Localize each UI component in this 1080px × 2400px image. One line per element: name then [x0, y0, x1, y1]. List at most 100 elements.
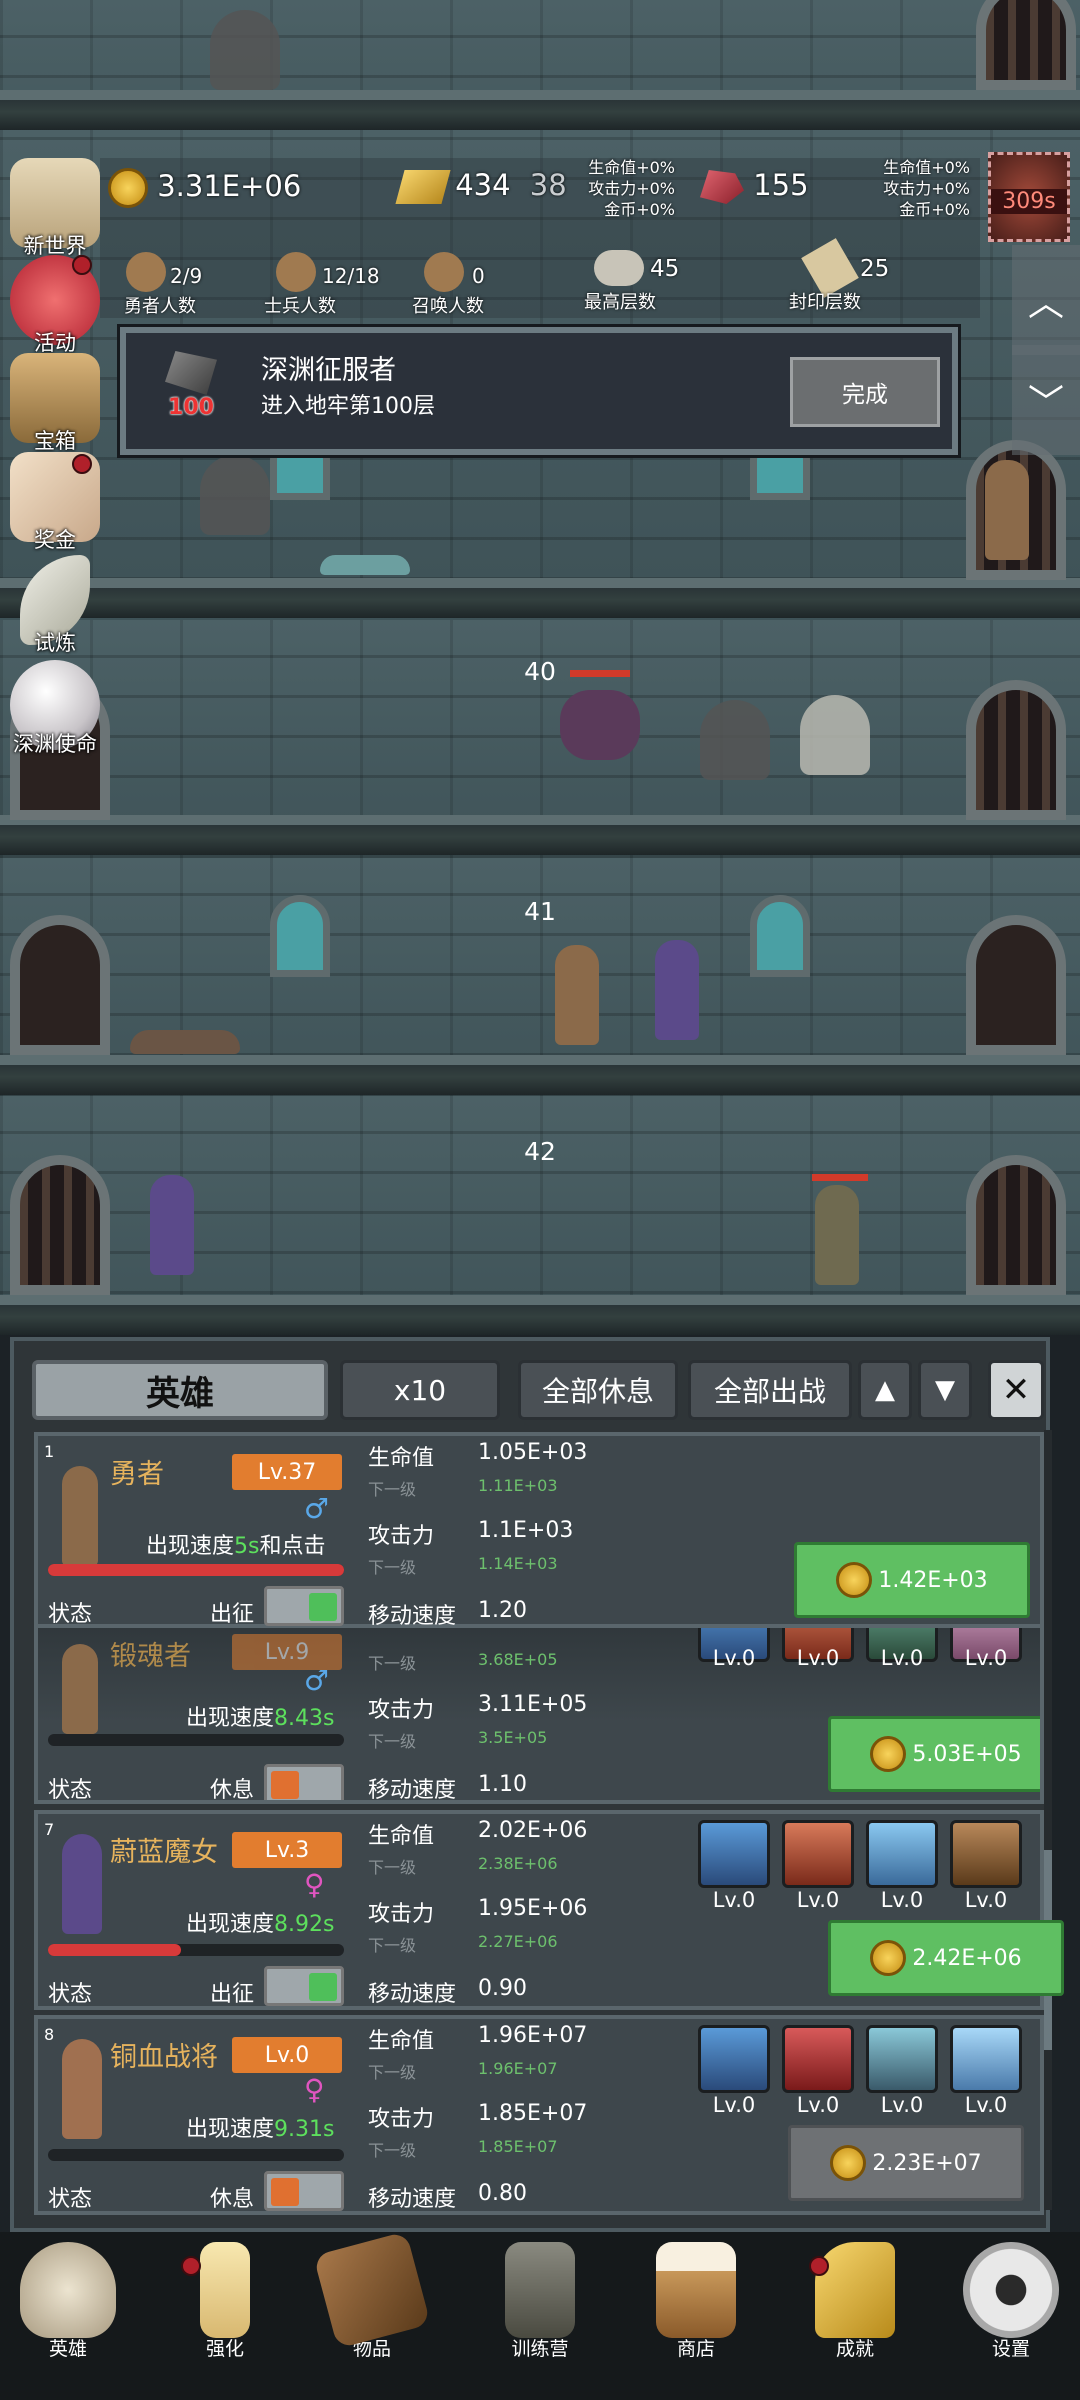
deploy-toggle[interactable]	[264, 1764, 344, 1800]
hero-card-copper-warlord[interactable]: 8 铜血战将 Lv.0 ♀ 出现速度9.31s 状态 休息 生命值 1.96E+…	[34, 2015, 1044, 2215]
nav-heroes[interactable]: 英雄	[8, 2242, 128, 2361]
hero-card-brave[interactable]: 1 勇者 Lv.37 ♂ 出现速度5s和点击 状态 出征 生命值 1.05E+0…	[34, 1432, 1044, 1629]
close-button[interactable]: ✕	[988, 1360, 1044, 1420]
deploy-all-button[interactable]: 全部出战	[688, 1360, 852, 1420]
status-label: 状态	[48, 1602, 93, 1627]
hero-hp-bar	[48, 1564, 344, 1576]
speed-value: 5s	[234, 1534, 260, 1559]
heart-heal-skill-icon[interactable]	[950, 2025, 1022, 2093]
hero-level-badge: Lv.0	[232, 2037, 342, 2073]
achievement-complete-button[interactable]: 完成	[790, 357, 940, 427]
side-menu-abyss-mission[interactable]: 深渊使命	[0, 660, 110, 758]
speed-value: 8.43s	[274, 1706, 335, 1731]
deploy-toggle[interactable]	[264, 1586, 344, 1626]
gem-value: 155	[753, 168, 809, 202]
deploy-status: 休息	[210, 1778, 255, 1803]
nav-settings[interactable]: 设置	[951, 2242, 1071, 2361]
atk-value: 1.95E+06	[478, 1896, 588, 1921]
rest-all-button[interactable]: 全部休息	[518, 1360, 678, 1420]
upgrade-button[interactable]: 2.23E+07	[788, 2125, 1024, 2201]
speed-value: 9.31s	[274, 2117, 335, 2142]
status-label: 状态	[48, 1982, 93, 2007]
gold-coin-icon	[870, 1940, 907, 1976]
bonus-atk: 攻击力+0%	[883, 179, 970, 198]
bat-monster[interactable]	[560, 690, 640, 760]
dungeon-door	[966, 915, 1066, 1055]
move-speed-label: 移动速度	[368, 2187, 457, 2212]
nav-achievements[interactable]: 成就	[795, 2242, 915, 2361]
hero-sprite[interactable]	[985, 460, 1029, 560]
move-speed-label: 移动速度	[368, 1604, 457, 1629]
boss-timer[interactable]: 309s	[988, 152, 1070, 242]
side-menu-trial[interactable]: 试炼	[0, 555, 110, 657]
sealed-floor-value: 25	[860, 256, 890, 282]
deploy-toggle[interactable]	[264, 2171, 344, 2211]
upgrade-button[interactable]: 2.42E+06	[828, 1920, 1064, 1996]
scroll-up-button[interactable]: ︿	[1012, 245, 1080, 355]
move-speed-label: 移动速度	[368, 1982, 457, 2007]
achievement-title: 深渊征服者	[261, 355, 396, 386]
multiplier-button[interactable]: x10	[340, 1360, 500, 1420]
deploy-toggle[interactable]	[264, 1966, 344, 2006]
blood-shield-skill-icon[interactable]	[698, 2025, 770, 2093]
dagger-skill-icon[interactable]	[782, 1820, 854, 1888]
side-menu-bonus[interactable]: 奖金	[0, 452, 110, 554]
hero-spawn-speed: 出现速度8.92s	[186, 1906, 334, 1938]
candle-icon	[200, 2242, 250, 2338]
close-icon: ✕	[1001, 1370, 1031, 1410]
hero-card-soulsmith[interactable]: 锻魂者 Lv.9 ♂ 出现速度8.43s 状态 休息 下一级 3.68E+05 …	[34, 1600, 1044, 1804]
tab-heroes[interactable]: 英雄	[32, 1360, 328, 1420]
atk-next-value: 1.85E+07	[478, 2137, 558, 2156]
side-menu-new-world[interactable]: 新世界	[0, 158, 110, 260]
speed-label: 出现速度	[146, 1534, 235, 1559]
gold-coin-icon	[836, 1562, 873, 1598]
hero-card-azure-witch[interactable]: 7 蔚蓝魔女 Lv.3 ♀ 出现速度8.92s 状态 出征 生命值 2.02E+…	[34, 1810, 1064, 2010]
dungeon-door	[10, 915, 110, 1055]
skill-level: Lv.0	[880, 2093, 924, 2117]
nav-items[interactable]: 物品	[312, 2231, 432, 2361]
sort-up-button[interactable]: ▲	[858, 1360, 912, 1420]
hero-level-badge: Lv.3	[232, 1832, 342, 1868]
scroll-down-button[interactable]: ﹀	[1012, 345, 1080, 455]
upgrade-button[interactable]: 5.03E+05	[828, 1716, 1040, 1792]
door-skill-icon[interactable]	[950, 1820, 1022, 1888]
witch-sprite[interactable]	[150, 1175, 194, 1275]
nav-training-camp[interactable]: 训练营	[480, 2242, 600, 2361]
lantern-icon	[505, 2242, 575, 2338]
nav-shop[interactable]: 商店	[636, 2242, 756, 2361]
gold-counter: 3.31E+06	[108, 168, 301, 208]
wing-skill-icon[interactable]	[866, 1820, 938, 1888]
notification-dot	[809, 2256, 829, 2276]
panel-scrollbar[interactable]	[1044, 1430, 1052, 2210]
zombie-monster[interactable]	[815, 1185, 859, 1285]
hero-sprite[interactable]	[555, 945, 599, 1045]
witch-sprite[interactable]	[655, 940, 699, 1040]
soldier-count-icon	[276, 252, 316, 292]
hp-value: 1.05E+03	[478, 1440, 588, 1465]
gear-icon	[963, 2242, 1059, 2338]
nav-enhance[interactable]: 强化	[165, 2242, 285, 2361]
chevron-down-icon: ﹀	[1027, 383, 1064, 424]
sort-down-button[interactable]: ▼	[918, 1360, 972, 1420]
chevron-up-icon: ︿	[1027, 283, 1064, 324]
hero-name: 勇者	[110, 1459, 164, 1490]
ghost-monster[interactable]	[800, 695, 870, 775]
tentacle-monster[interactable]	[700, 700, 770, 780]
side-menu-chest[interactable]: 宝箱	[0, 353, 110, 455]
skill-level: Lv.0	[796, 1888, 840, 1912]
upgrade-button[interactable]: 1.42E+03	[794, 1542, 1030, 1618]
dungeon-window	[750, 895, 810, 977]
floor-number: 40	[524, 657, 556, 686]
tentacle-monster[interactable]	[200, 455, 270, 535]
hero-count-label: 勇者人数	[124, 296, 196, 317]
tentacle-monster[interactable]	[210, 10, 280, 90]
blade-skill-icon[interactable]	[782, 2025, 854, 2093]
side-menu-label: 奖金	[34, 528, 76, 552]
summon-count-value: 0	[472, 264, 485, 288]
shield-skill-icon[interactable]	[698, 1820, 770, 1888]
side-menu-event[interactable]: 活动	[0, 255, 110, 357]
boot-skill-icon[interactable]	[866, 2025, 938, 2093]
gem-icon	[700, 170, 744, 204]
speed-label: 出现速度	[186, 1912, 275, 1937]
skill-level: Lv.0	[964, 2093, 1008, 2117]
